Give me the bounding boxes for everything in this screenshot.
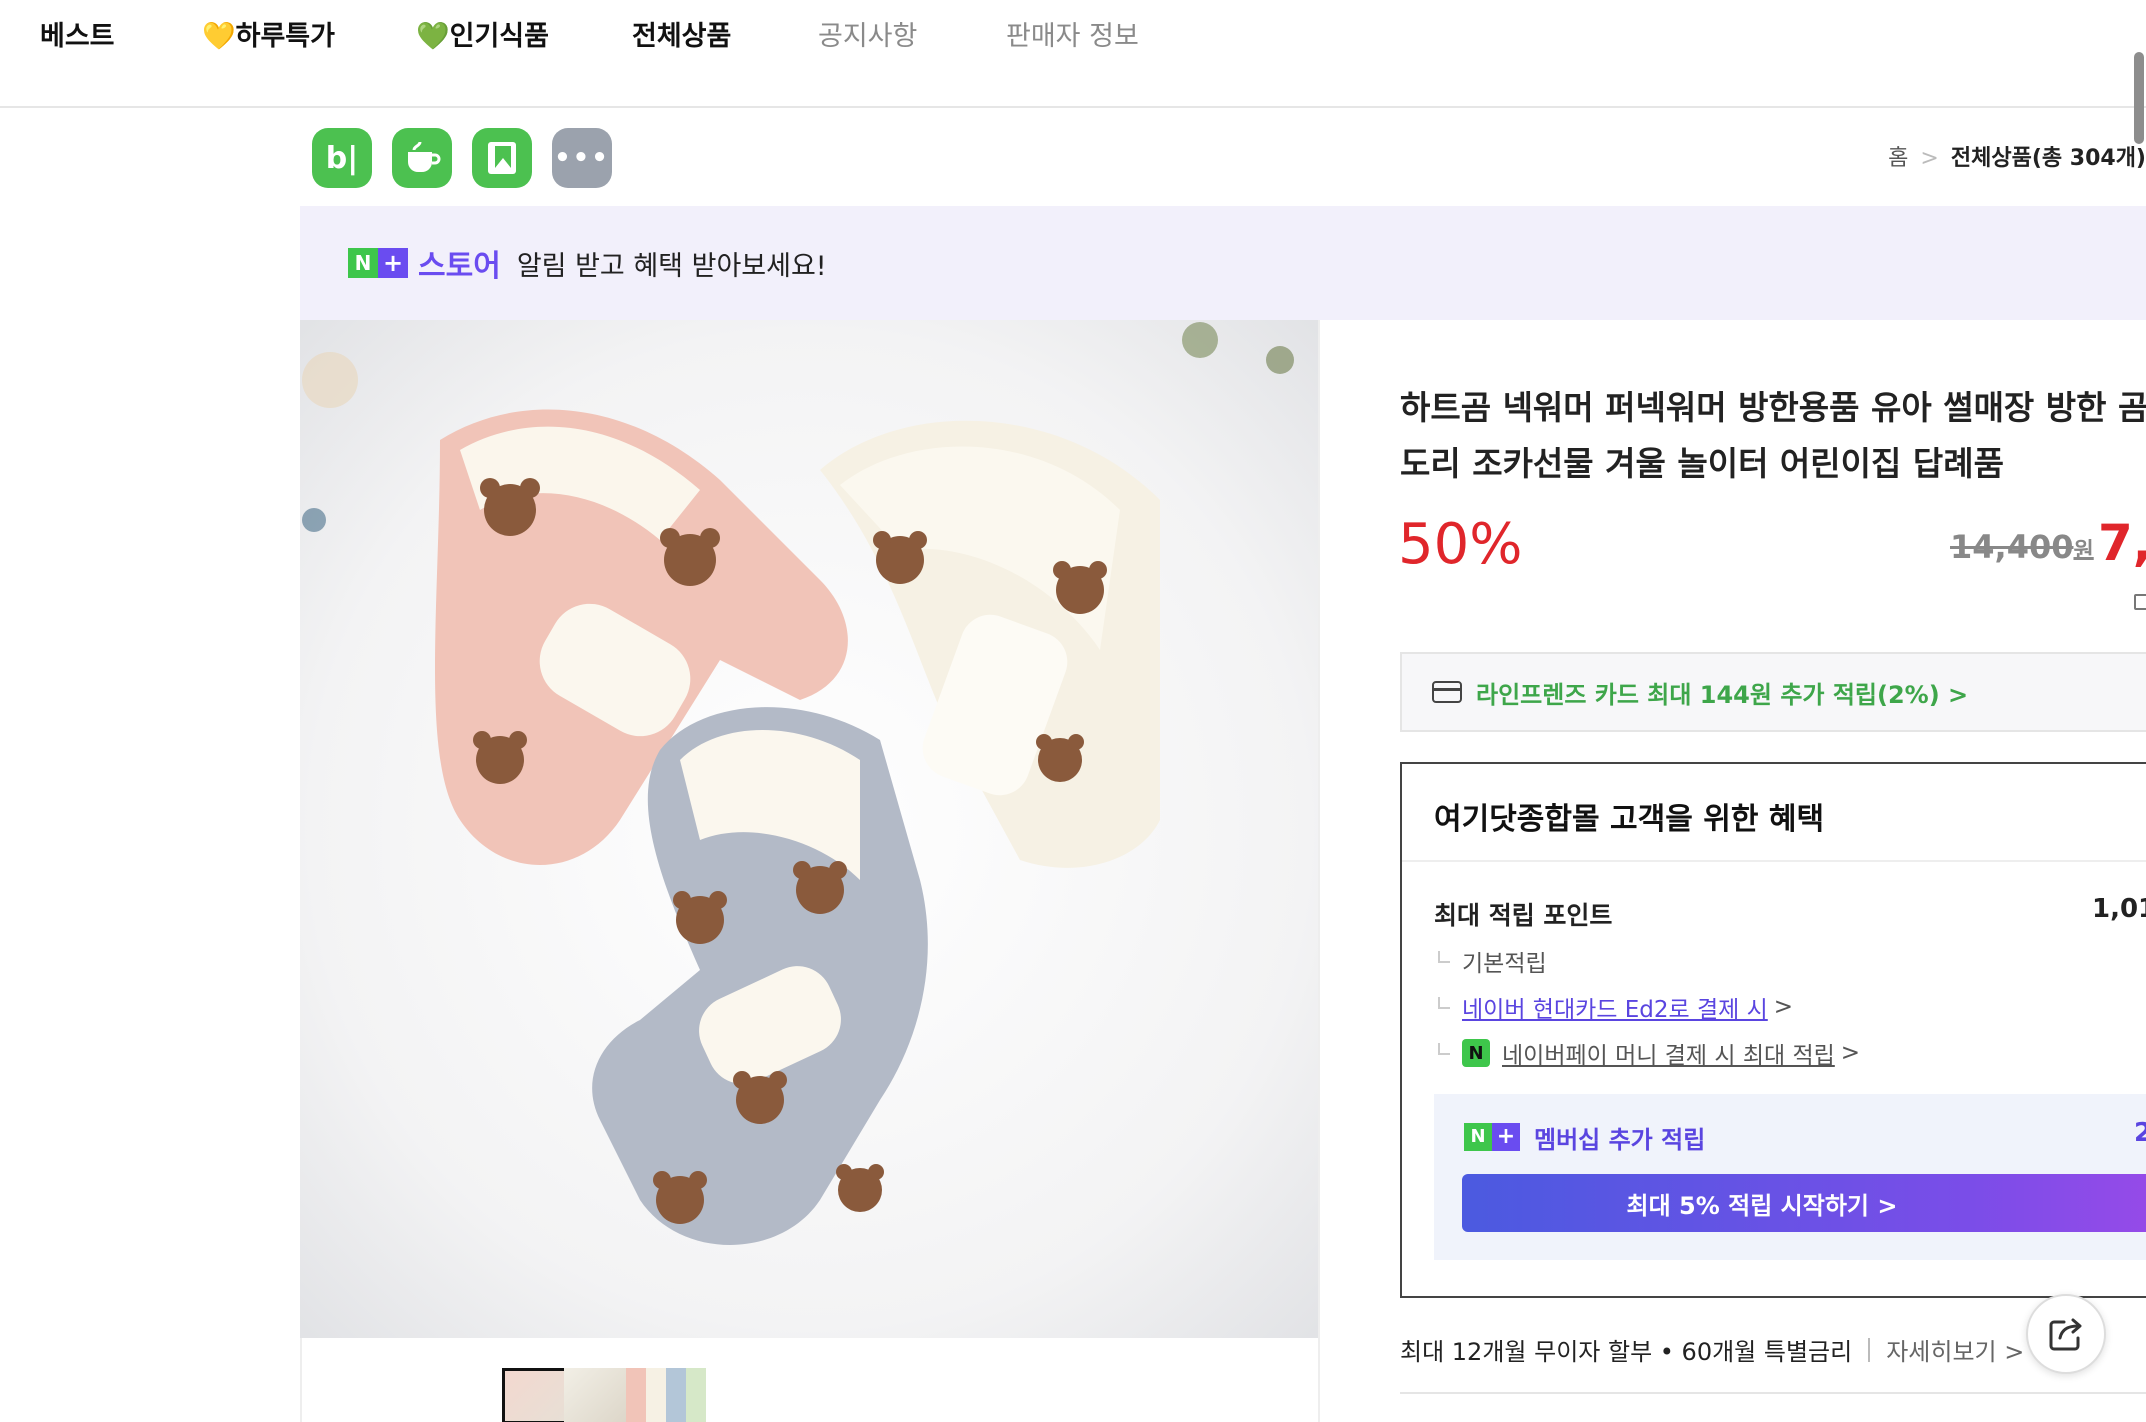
store-notification-banner[interactable]: N + 스토어 알림 받고 혜택 받아보세요! — [300, 206, 2146, 320]
nplus-logo: N + — [1464, 1122, 1520, 1153]
plus-badge: + — [1492, 1122, 1520, 1151]
breadcrumb: 홈 > 전체상품(총 304개) — [1888, 140, 2146, 172]
membership-label: 멤버십 추가 적립 — [1534, 1126, 1706, 1154]
breadcrumb-home[interactable]: 홈 — [1888, 146, 1908, 171]
cafe-icon[interactable] — [392, 128, 452, 188]
nav-item-seller-info[interactable]: 판매자 정보 — [1006, 14, 1139, 53]
card-benefit-banner[interactable]: 라인프렌즈 카드 최대 144원 추가 적립(2%) > — [1400, 652, 2146, 732]
product-title-line-2: 도리 조카선물 겨울 놀이터 어린이집 답례품 — [1400, 444, 2004, 483]
n-badge: N — [348, 248, 378, 278]
nav-item-popular-food[interactable]: 💚인기식품 — [416, 14, 549, 53]
npay-money-row[interactable]: N 네이버페이 머니 결제 시 최대 적립 > — [1438, 1036, 1860, 1070]
tree-corner-icon — [1438, 997, 1450, 1009]
chevron-right-icon: > — [1840, 1040, 1861, 1066]
nav-item-notice[interactable]: 공지사항 — [818, 14, 917, 53]
blog-icon[interactable]: b| — [312, 128, 372, 188]
discount-rate: 50% — [1398, 512, 1523, 577]
nav-item-best[interactable]: 베스트 — [40, 14, 115, 53]
npay-money-link[interactable]: 네이버페이 머니 결제 시 최대 적립 — [1502, 1036, 1835, 1070]
thumbnail-strip — [300, 1338, 1320, 1422]
breadcrumb-current[interactable]: 전체상품(총 304개) — [1951, 146, 2146, 171]
product-main-image[interactable] — [300, 320, 1320, 1338]
bookmark-icon[interactable] — [472, 128, 532, 188]
share-app-icons: b| ••• — [312, 128, 612, 188]
membership-section: N + 멤버십 추가 적립 28 최대 5% 적립 시작하기 > — [1434, 1094, 2146, 1260]
share-button[interactable] — [2026, 1294, 2106, 1374]
delivery-icon — [2134, 594, 2146, 610]
tree-corner-icon — [1438, 1043, 1450, 1055]
basic-points-label: 기본적립 — [1462, 951, 1547, 977]
original-price-unit: 원 — [2073, 539, 2094, 564]
chevron-right-icon: > — [1773, 994, 1794, 1020]
benefit-divider — [1402, 860, 2146, 862]
start-membership-button[interactable]: 최대 5% 적립 시작하기 > — [1462, 1174, 2146, 1232]
more-glyph: ••• — [554, 143, 610, 173]
banner-message: 알림 받고 혜택 받아보세요! — [516, 250, 827, 282]
n-badge: N — [1464, 1122, 1492, 1151]
neck-warmer-illustration — [300, 320, 1318, 1338]
plus-badge: + — [378, 248, 408, 278]
blog-glyph: b| — [325, 140, 359, 176]
basic-points-row: 기본적립 — [1438, 944, 1547, 978]
installment-text: 최대 12개월 무이자 할부 • 60개월 특별금리 — [1400, 1338, 1853, 1366]
scrollbar[interactable] — [2134, 52, 2144, 144]
top-navigation: 베스트 💛하루특가 💚인기식품 전체상품 공지사항 판매자 정보 — [0, 0, 2146, 108]
membership-label-row: N + 멤버십 추가 적립 — [1464, 1120, 1705, 1155]
tree-corner-icon — [1438, 951, 1450, 963]
original-price-value: 14,400 — [1950, 528, 2074, 566]
more-icon[interactable]: ••• — [552, 128, 612, 188]
product-title-line-1: 하트곰 넥워머 퍼넥워머 방한용품 유아 썰매장 방한 곰 — [1400, 388, 2146, 427]
customer-benefit-box: 여기닷종합몰 고객을 위한 혜택 최대 적립 포인트 1,01 기본적립 네이버… — [1400, 762, 2146, 1298]
credit-card-icon — [1432, 681, 1462, 703]
nav-item-daily-deal[interactable]: 💛하루특가 — [202, 14, 335, 53]
section-divider — [1400, 1392, 2146, 1394]
naver-card-link[interactable]: 네이버 현대카드 Ed2로 결제 시 — [1462, 990, 1768, 1024]
nplus-logo: N + — [348, 248, 408, 278]
breadcrumb-separator: > — [1920, 146, 1939, 171]
membership-value: 28 — [2134, 1118, 2146, 1148]
card-benefit-text: 라인프렌즈 카드 최대 144원 추가 적립(2%) > — [1476, 680, 1969, 709]
installment-more-link[interactable]: 자세히보기 > — [1886, 1332, 2024, 1367]
share-icon — [2049, 1318, 2082, 1351]
original-price: 14,400원 — [1950, 528, 2094, 566]
benefit-heading: 여기닷종합몰 고객을 위한 혜택 — [1434, 802, 1825, 837]
installment-info: 최대 12개월 무이자 할부 • 60개월 특별금리 자세히보기 > — [1400, 1332, 2024, 1367]
max-points-label: 최대 적립 포인트 — [1434, 901, 1613, 930]
product-title: 하트곰 넥워머 퍼넥워머 방한용품 유아 썰매장 방한 곰 도리 조카선물 겨울… — [1400, 380, 2146, 492]
store-name: 스토어 — [418, 249, 501, 284]
naver-card-row[interactable]: 네이버 현대카드 Ed2로 결제 시 > — [1438, 990, 1793, 1024]
installment-divider — [1868, 1337, 1871, 1362]
sale-price: 7,2 — [2098, 514, 2146, 572]
max-points-value: 1,01 — [2092, 894, 2146, 924]
npay-icon: N — [1462, 1039, 1490, 1067]
thumbnail-3[interactable] — [626, 1368, 706, 1422]
nav-item-all-products[interactable]: 전체상품 — [632, 14, 731, 53]
